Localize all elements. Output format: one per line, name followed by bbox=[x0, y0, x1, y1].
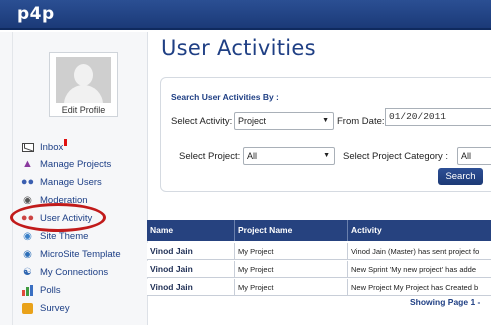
sidebar-item-survey[interactable]: Survey bbox=[20, 300, 140, 316]
sidebar-divider bbox=[12, 32, 13, 325]
select-category-label: Select Project Category : bbox=[343, 151, 449, 162]
sidebar-item-label: My Connections bbox=[40, 266, 109, 278]
select-activity-label: Select Activity: bbox=[171, 116, 233, 127]
cell-activity: New Project My Project has Created b bbox=[351, 283, 479, 292]
inbox-icon bbox=[20, 141, 35, 154]
table-row[interactable]: Vinod Jain My Project New Project My Pro… bbox=[147, 279, 491, 296]
sidebar-item-label: Manage Projects bbox=[40, 158, 112, 170]
cell-name: Vinod Jain bbox=[147, 279, 235, 296]
page-title: User Activities bbox=[161, 36, 316, 60]
cell-name: Vinod Jain bbox=[147, 261, 235, 278]
sidebar-item-polls[interactable]: Polls bbox=[20, 282, 140, 298]
edit-profile-link[interactable]: Edit Profile bbox=[50, 105, 117, 115]
sidebar-item-label: Inbox bbox=[40, 141, 64, 153]
connections-icon: ☯ bbox=[23, 266, 32, 278]
column-header-project-name[interactable]: Project Name bbox=[235, 220, 348, 241]
cell-name: Vinod Jain bbox=[147, 243, 235, 260]
cell-activity: Vinod Jain (Master) has sent project fo bbox=[351, 247, 480, 256]
sidebar-item-label: Manage Users bbox=[40, 176, 102, 188]
cell-project-name: My Project bbox=[235, 279, 348, 296]
pagination-status: Showing Page 1 - bbox=[410, 297, 481, 307]
select-category-value: All bbox=[461, 151, 472, 161]
projects-icon: ▲ bbox=[22, 158, 33, 170]
top-bar: p4p bbox=[0, 0, 491, 30]
select-project-value: All bbox=[247, 151, 258, 161]
select-activity-dropdown[interactable]: Project ▼ bbox=[234, 112, 334, 130]
cell-project-name: My Project bbox=[235, 243, 348, 260]
sidebar-item-manage-projects[interactable]: ▲ Manage Projects bbox=[20, 156, 140, 172]
chevron-down-icon: ▼ bbox=[322, 117, 329, 124]
avatar-head-shape bbox=[74, 64, 93, 86]
cell-activity: New Sprint 'My new project' has adde bbox=[351, 265, 477, 274]
new-message-flag bbox=[64, 139, 67, 146]
site-theme-icon: ◉ bbox=[23, 230, 32, 242]
users-icon: ●● bbox=[20, 176, 35, 188]
search-panel-heading: Search User Activities By : bbox=[171, 92, 279, 102]
search-panel: Search User Activities By : Select Activ… bbox=[160, 77, 491, 192]
table-header: Name Project Name Activity bbox=[147, 220, 491, 241]
sidebar-item-microsite-template[interactable]: ◉ MicroSite Template bbox=[20, 246, 140, 262]
avatar-body-shape bbox=[64, 85, 103, 103]
survey-icon bbox=[20, 302, 35, 315]
column-header-name[interactable]: Name bbox=[147, 220, 235, 241]
cell-project-name: My Project bbox=[235, 261, 348, 278]
column-header-activity[interactable]: Activity bbox=[348, 220, 491, 241]
search-button[interactable]: Search bbox=[438, 168, 483, 185]
select-project-dropdown[interactable]: All ▼ bbox=[243, 147, 335, 165]
table-row[interactable]: Vinod Jain My Project Vinod Jain (Master… bbox=[147, 243, 491, 260]
table-row[interactable]: Vinod Jain My Project New Sprint 'My new… bbox=[147, 261, 491, 278]
highlight-circle bbox=[10, 203, 106, 232]
from-date-label: From Date: bbox=[337, 116, 385, 127]
from-date-field[interactable]: 01/20/2011 bbox=[385, 108, 491, 126]
sidebar-item-my-connections[interactable]: ☯ My Connections bbox=[20, 264, 140, 280]
select-project-label: Select Project: bbox=[179, 151, 241, 162]
chevron-down-icon: ▼ bbox=[323, 152, 330, 159]
app-logo[interactable]: p4p bbox=[17, 4, 55, 24]
avatar[interactable] bbox=[56, 57, 111, 103]
sidebar-item-label: Site Theme bbox=[40, 230, 89, 242]
microsite-icon: ◉ bbox=[23, 248, 32, 260]
sidebar-item-label: Survey bbox=[40, 302, 70, 314]
select-activity-value: Project bbox=[238, 116, 267, 126]
polls-icon bbox=[20, 284, 35, 297]
select-category-dropdown[interactable]: All bbox=[457, 147, 491, 165]
profile-card: Edit Profile bbox=[49, 52, 118, 117]
sidebar-item-manage-users[interactable]: ●● Manage Users bbox=[20, 174, 140, 190]
sidebar-item-inbox[interactable]: Inbox bbox=[20, 139, 140, 155]
sidebar-item-label: Polls bbox=[40, 284, 61, 296]
sidebar-item-label: MicroSite Template bbox=[40, 248, 121, 260]
